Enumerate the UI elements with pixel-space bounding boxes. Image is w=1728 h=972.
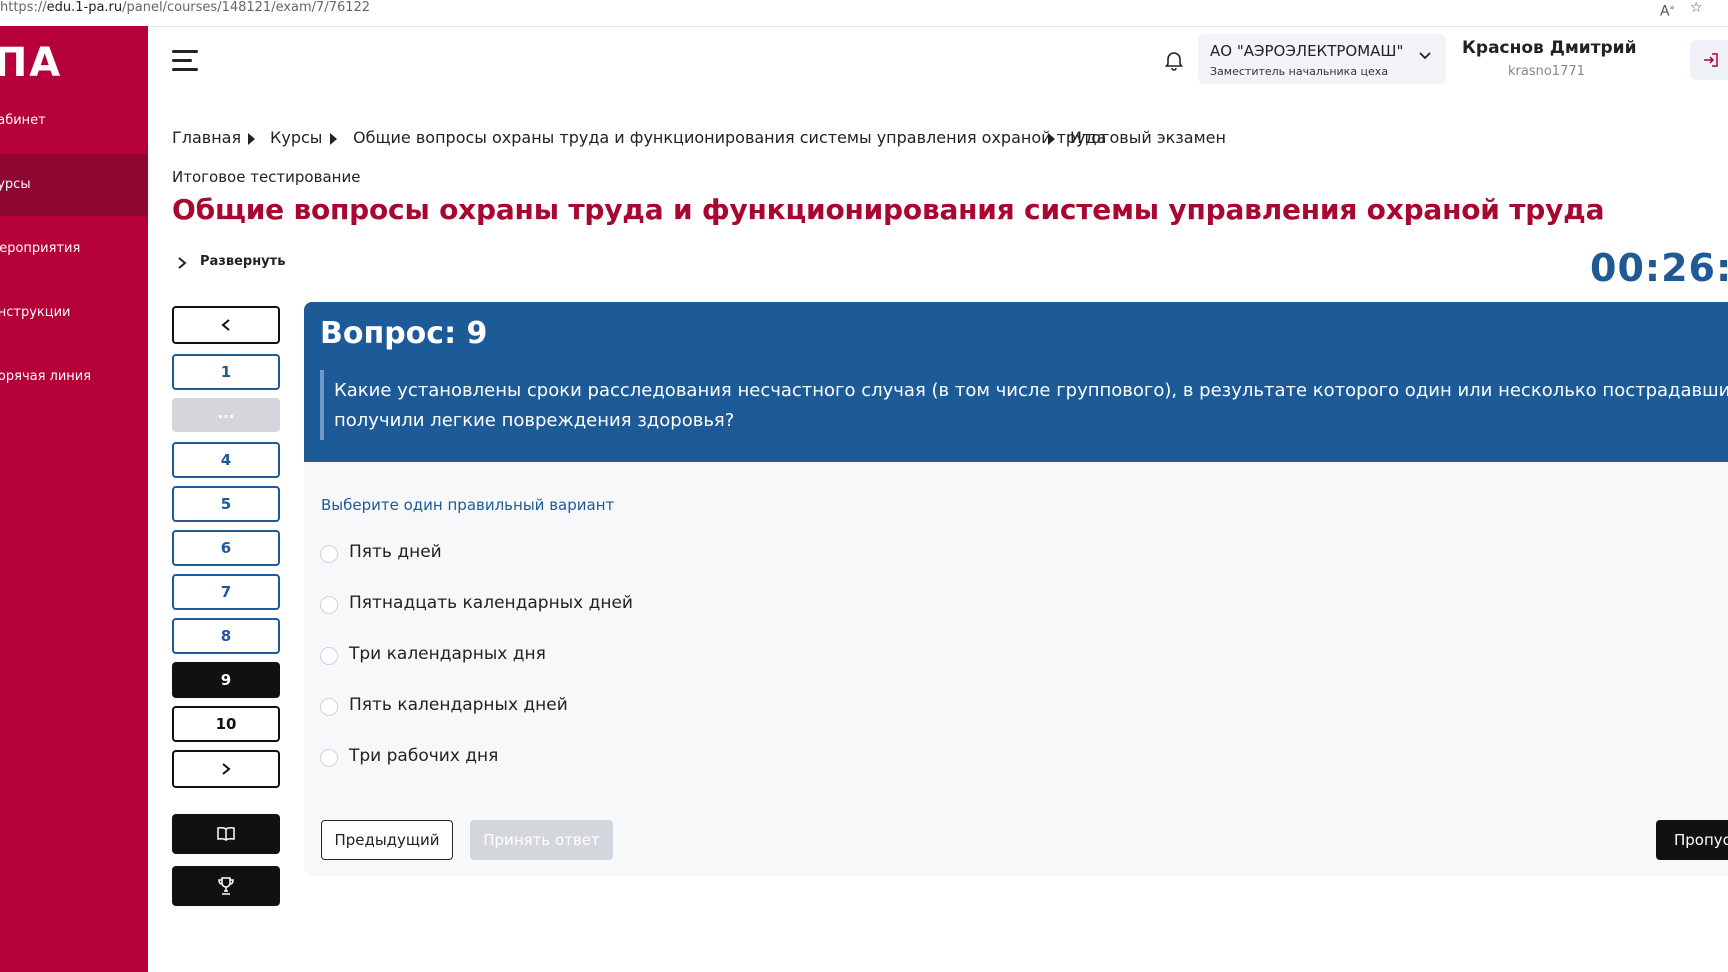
nav-question-9[interactable]: 9	[172, 662, 280, 698]
radio-button[interactable]	[320, 647, 338, 665]
nav-question-8[interactable]: 8	[172, 618, 280, 654]
page-title: Общие вопросы охраны труда и функциониро…	[172, 193, 1605, 226]
favorite-star-icon[interactable]: ☆	[1690, 0, 1703, 16]
nav-question-7[interactable]: 7	[172, 574, 280, 610]
radio-button[interactable]	[320, 698, 338, 716]
breadcrumb-courses[interactable]: Курсы	[270, 128, 322, 147]
menu-toggle-icon[interactable]	[172, 50, 198, 72]
book-icon	[217, 826, 235, 841]
sidebar-item-cabinet[interactable]: Кабинет	[0, 90, 148, 152]
sidebar-item-label: Горячая линия	[0, 369, 92, 384]
user-position: Заместитель начальника цеха	[1210, 65, 1389, 78]
answer-option-label[interactable]: Пять календарных дней	[349, 695, 568, 715]
nav-prev-button[interactable]	[172, 306, 280, 344]
exam-timer: 00:26:14	[1590, 246, 1728, 290]
sidebar-item-events[interactable]: Мероприятия	[0, 218, 148, 280]
radio-button[interactable]	[320, 596, 338, 614]
sidebar-item-instructions[interactable]: Инструкции	[0, 282, 148, 344]
nav-question-10[interactable]: 10	[172, 706, 280, 742]
nav-ellipsis[interactable]: ...	[172, 398, 280, 432]
sidebar-item-hotline[interactable]: Горячая линия	[0, 346, 148, 408]
nav-question-5[interactable]: 5	[172, 486, 280, 522]
sidebar: 1ПА Кабинет Курсы Мероприятия Инструкции…	[0, 26, 148, 972]
user-login: krasno1771	[1508, 64, 1585, 79]
chevron-left-icon	[221, 319, 230, 331]
url-text[interactable]: https://edu.1-pa.ru/panel/courses/148121…	[0, 0, 370, 16]
expand-label: Развернуть	[200, 254, 286, 269]
answer-option-label[interactable]: Три рабочих дня	[349, 746, 498, 766]
logout-button[interactable]	[1690, 40, 1728, 80]
nav-next-button[interactable]	[172, 750, 280, 788]
sidebar-item-label: Мероприятия	[0, 241, 81, 256]
results-button[interactable]	[172, 866, 280, 906]
chevron-right-icon	[222, 763, 231, 775]
brand-logo[interactable]: 1ПА	[0, 40, 62, 86]
question-accent-bar	[320, 370, 324, 440]
radio-button[interactable]	[320, 545, 338, 563]
sidebar-item-label: Инструкции	[0, 305, 71, 320]
question-number: Вопрос: 9	[320, 316, 488, 351]
nav-question-1[interactable]: 1	[172, 354, 280, 390]
skip-button[interactable]: Пропустить	[1656, 820, 1728, 860]
breadcrumb-separator-icon	[248, 133, 255, 145]
browser-address-bar[interactable]: https://edu.1-pa.ru/panel/courses/148121…	[0, 0, 1728, 27]
chevron-right-icon	[178, 257, 187, 269]
radio-button[interactable]	[320, 749, 338, 767]
bell-icon[interactable]	[1162, 48, 1186, 72]
organization-selector[interactable]: АО "АЭРОЭЛЕКТРОМАШ" Заместитель начальни…	[1198, 34, 1446, 84]
answer-instruction: Выберите один правильный вариант	[321, 496, 615, 514]
logout-icon	[1704, 53, 1718, 67]
user-name: Краснов Дмитрий	[1462, 38, 1637, 58]
nav-question-6[interactable]: 6	[172, 530, 280, 566]
materials-button[interactable]	[172, 814, 280, 854]
sidebar-item-courses[interactable]: Курсы	[0, 154, 148, 216]
sidebar-item-label: Кабинет	[0, 113, 46, 128]
breadcrumb-course[interactable]: Общие вопросы охраны труда и функциониро…	[353, 128, 1106, 147]
sidebar-item-label: Курсы	[0, 177, 31, 192]
answer-option-label[interactable]: Три календарных дня	[349, 644, 546, 664]
nav-question-4[interactable]: 4	[172, 442, 280, 478]
read-aloud-icon[interactable]: A»	[1660, 0, 1674, 20]
answer-option-label[interactable]: Пять дней	[349, 542, 442, 562]
question-header: Вопрос: 9 Какие установлены сроки рассле…	[304, 302, 1728, 462]
trophy-icon	[218, 877, 234, 895]
breadcrumb-separator-icon	[330, 133, 337, 145]
breadcrumb-separator-icon	[1048, 133, 1055, 145]
organization-name: АО "АЭРОЭЛЕКТРОМАШ"	[1210, 42, 1404, 60]
accept-answer-button[interactable]: Принять ответ	[470, 820, 613, 860]
answer-option-label[interactable]: Пятнадцать календарных дней	[349, 593, 633, 613]
question-text: Какие установлены сроки расследования не…	[334, 380, 1728, 431]
page-subtitle: Итоговое тестирование	[172, 168, 361, 186]
breadcrumb-home[interactable]: Главная	[172, 128, 241, 147]
previous-button[interactable]: Предыдущий	[321, 820, 453, 860]
breadcrumb-current: Итоговый экзамен	[1070, 128, 1226, 147]
chevron-down-icon	[1419, 52, 1431, 60]
